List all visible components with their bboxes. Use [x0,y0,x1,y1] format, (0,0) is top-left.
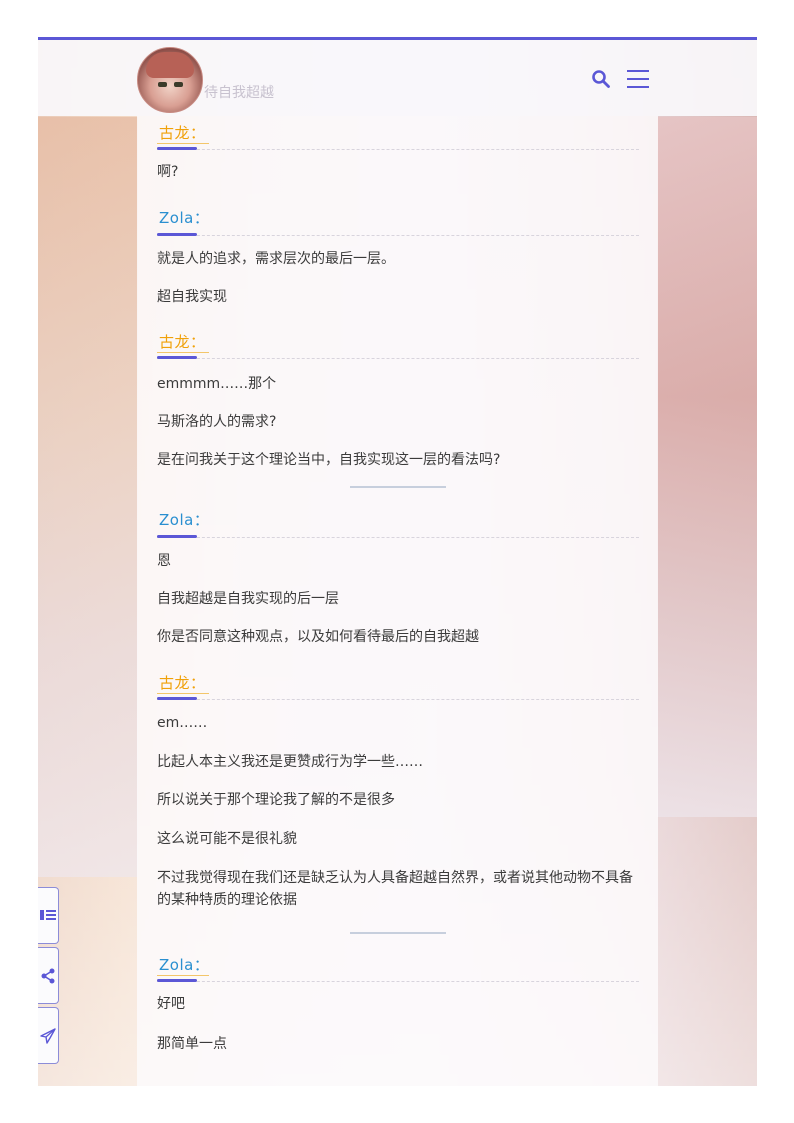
share-button[interactable] [38,947,59,1004]
send-button[interactable] [38,1007,59,1064]
speaker-label: 古龙： [159,124,206,142]
message-line: 比起人本主义我还是更赞成行为学一些…… [157,754,423,770]
message-line: 马斯洛的人的需求? [157,414,277,430]
divider [157,699,639,700]
search-icon[interactable] [591,69,611,89]
divider [157,149,639,150]
speaker-label: Zola： [159,511,210,529]
toc-button[interactable] [38,887,59,944]
message-line: 不过我觉得现在我们还是缺乏认为人具备超越自然界，或者说其他动物不具备的某种特质的… [157,870,633,908]
speaker-accent-bar [157,356,197,359]
avatar-eye [174,82,183,87]
message-line: 就是人的追求，需求层次的最后一层。 [157,251,395,267]
message-line: 你是否同意这种观点，以及如何看待最后的自我超越 [157,629,479,645]
message-line: emmmm……那个 [157,376,277,392]
message-line: 那简单一点 [157,1036,227,1052]
section-separator [350,486,446,488]
send-icon [40,1028,56,1044]
speaker-accent-bar [157,697,197,700]
message-line: 自我超越是自我实现的后一层 [157,591,339,607]
speaker-accent-bar [157,979,197,982]
chat-transcript: 古龙： 啊? Zola： 就是人的追求，需求层次的最后一层。 超自我实现 古龙：… [137,116,658,1086]
speaker-label: 古龙： [159,674,206,692]
divider [157,981,639,982]
background-scene-right [657,117,757,817]
hamburger-menu-icon[interactable] [626,68,650,90]
divider [157,358,639,359]
speaker-underline [157,143,209,144]
speaker-label: Zola： [159,956,210,974]
avatar[interactable] [137,47,203,113]
page-title: 待自我超越 [204,85,274,101]
background-scene-left [38,117,138,877]
speaker-label: Zola： [159,209,210,227]
message-line: 这么说可能不是很礼貌 [157,831,297,847]
top-navigation-bar: 待自我超越 [38,40,757,116]
message-line: em…… [157,715,208,731]
toc-icon [40,910,56,920]
avatar-eye [158,82,167,87]
page-frame: 待自我超越 古龙： 啊? Zola： 就是人的追求，需求层次的最后一层。 超自我… [38,37,757,1086]
speaker-underline [157,352,209,353]
avatar-hair [146,52,194,78]
divider [157,235,639,236]
speaker-underline [157,975,209,976]
message-line: 恩 [157,553,171,569]
speaker-label: 古龙： [159,333,206,351]
message-line: 好吧 [157,996,185,1012]
share-icon [41,968,55,984]
divider [157,537,639,538]
section-separator [350,932,446,934]
speaker-accent-bar [157,147,197,150]
speaker-underline [157,693,209,694]
message-line: 啊? [157,164,179,180]
message-line: 超自我实现 [157,289,227,305]
message-line: 是在问我关于这个理论当中，自我实现这一层的看法吗? [157,452,501,468]
message-line: 所以说关于那个理论我了解的不是很多 [157,792,395,808]
speaker-accent-bar [157,535,197,538]
speaker-accent-bar [157,233,197,236]
